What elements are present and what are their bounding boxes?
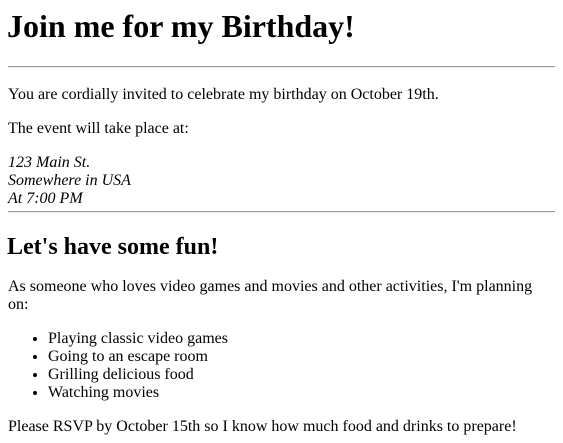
rsvp-text: Please RSVP by October 15th so I know ho… [8,418,517,435]
fun-heading: Let's have some fun! [7,234,219,260]
page-title: Join me for my Birthday! [7,8,355,44]
activities-lead-text: As someone who loves video games and mov… [8,278,533,313]
list-item: Grilling delicious food [48,366,555,384]
address-block: 123 Main St. Somewhere in USA At 7:00 PM [8,154,555,208]
address-line-region: Somewhere in USA [8,172,131,189]
list-item: Playing classic video games [48,330,555,348]
list-item: Watching movies [48,384,555,402]
intro-text: You are cordially invited to celebrate m… [8,86,439,103]
activities-list: Playing classic video games Going to an … [8,330,555,402]
location-lead-text: The event will take place at: [8,120,189,137]
list-item: Going to an escape room [48,348,555,366]
divider-middle [8,211,555,213]
invitation-page: Join me for my Birthday! You are cordial… [0,8,563,436]
address-line-street: 123 Main St. [8,154,91,171]
event-time: At 7:00 PM [8,190,83,207]
divider-top [8,66,555,68]
